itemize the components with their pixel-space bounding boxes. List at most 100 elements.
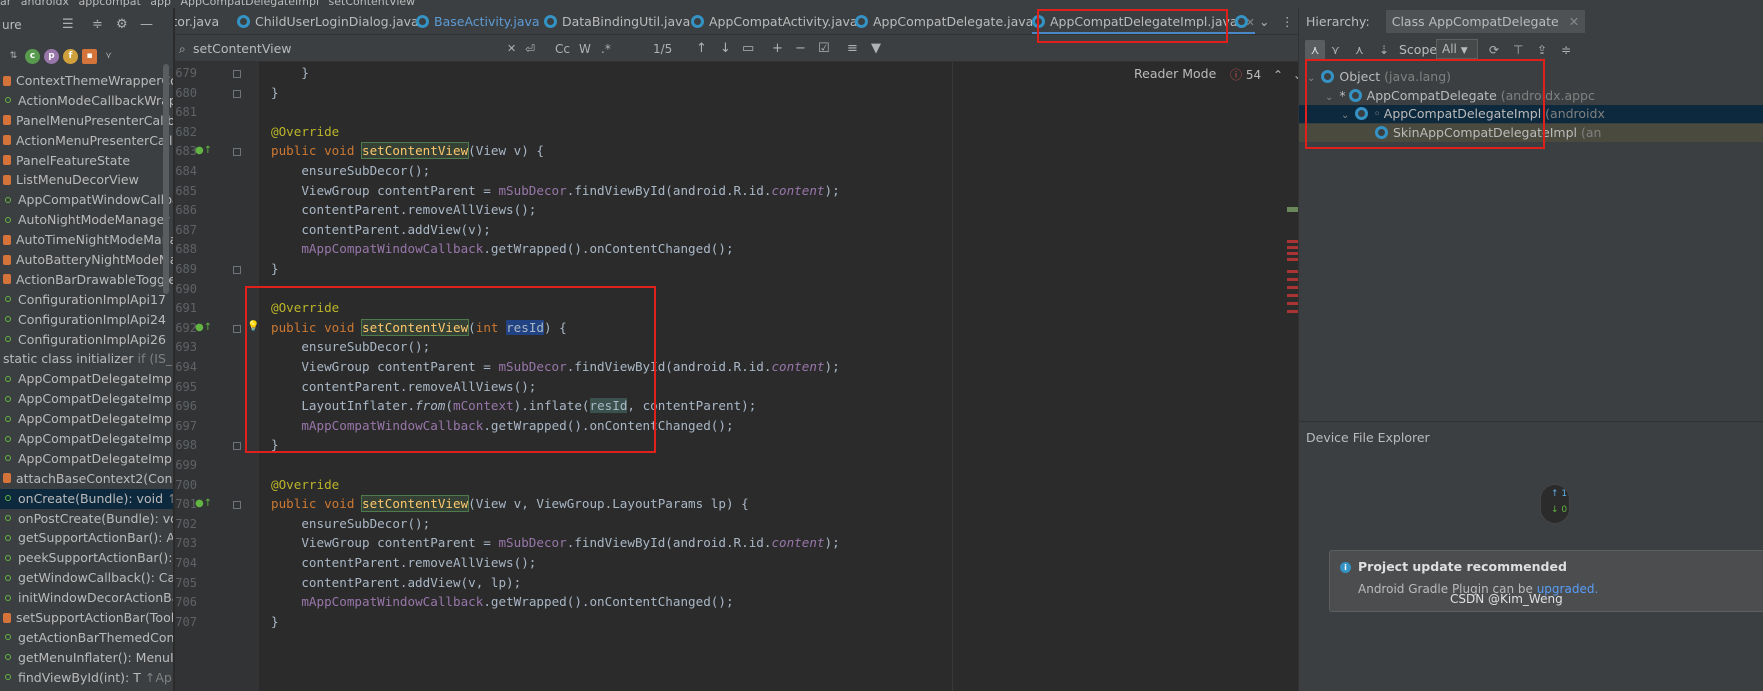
regex-button[interactable]: .* [601, 39, 611, 59]
structure-item[interactable]: AutoTimeNightModeManag [0, 230, 173, 250]
fold-icon[interactable] [233, 89, 241, 98]
show-non-public-icon[interactable]: ▪ [82, 48, 97, 64]
tree-node-appcompatdelegateimpl[interactable]: ⌄ ◦ AppCompatDelegateImpl (androidx [1299, 105, 1763, 123]
structure-item[interactable]: AppCompatDelegateImpl(C [0, 409, 173, 429]
breadcrumb-item[interactable]: app [150, 0, 171, 8]
inspection-widget[interactable]: ⓘ 54 ⌃ ⌄ [1230, 66, 1303, 83]
select-all-occurrences-icon[interactable]: ☑ [818, 39, 830, 59]
match-case-button[interactable]: Cc [555, 39, 570, 59]
structure-item[interactable]: getWindowCallback(): Callb [0, 568, 173, 588]
structure-item[interactable]: ActionBarDrawableToggleIn [0, 270, 173, 290]
breadcrumb-item[interactable]: AppCompatDelegateImpl [181, 0, 320, 8]
show-properties-icon[interactable]: p [44, 48, 59, 64]
tab-appcompatdelegate[interactable]: AppCompatDelegate.java [855, 8, 1033, 34]
refresh-icon[interactable]: ⟳ [1489, 40, 1499, 60]
clear-icon[interactable]: ✕ [507, 39, 516, 59]
lightbulb-icon[interactable]: 💡 [247, 321, 259, 332]
fold-icon[interactable] [233, 70, 241, 78]
structure-item[interactable]: AppCompatDelegateImpl(C [0, 449, 173, 469]
expand-arrow-icon[interactable]: ⌄ [1341, 110, 1349, 121]
structure-item[interactable]: peekSupportActionBar(): Ac [0, 548, 173, 568]
type-hierarchy-icon[interactable]: ⋏ [1305, 40, 1325, 60]
override-marker-icon[interactable]: ●↑ [195, 498, 212, 509]
tab-more[interactable] [1235, 8, 1253, 34]
expand-arrow-icon[interactable]: ⌄ [1325, 92, 1333, 103]
tab-appcompatactivity[interactable]: AppCompatActivity.java [691, 8, 858, 34]
scope-select[interactable]: All ▼ [1436, 39, 1478, 59]
fold-icon[interactable] [233, 148, 241, 157]
structure-item[interactable]: static class initializerif (IS_PRE [0, 349, 173, 369]
collapse-all-icon[interactable]: ≑ [1561, 40, 1571, 60]
collapse-icon[interactable]: ≑ [92, 17, 103, 32]
tab-list-icon[interactable]: ⌄ [1259, 8, 1269, 34]
structure-item[interactable]: AppCompatDelegateImpl(C [0, 429, 173, 449]
expand-icon[interactable]: ⊤ [1513, 40, 1523, 60]
override-marker-icon[interactable]: ●↑ [195, 145, 212, 156]
new-line-icon[interactable]: ⏎ [525, 39, 535, 59]
reader-mode-button[interactable]: Reader Mode [1134, 66, 1216, 81]
align-icon[interactable]: ☰ [62, 17, 74, 32]
fold-icon[interactable] [233, 442, 241, 451]
show-fields-f-icon[interactable]: f [63, 48, 78, 64]
structure-item[interactable]: ConfigurationImplApi17 [0, 290, 173, 310]
structure-item[interactable]: ContextThemeWrapperCom [0, 71, 173, 91]
structure-item[interactable]: AppCompatDelegateImpl(D [0, 389, 173, 409]
structure-item[interactable]: AppCompatDelegateImpl(A [0, 369, 173, 389]
structure-item[interactable]: AutoBatteryNightModeMan [0, 250, 173, 270]
chevron-up-icon[interactable]: ⌃ [1273, 68, 1283, 82]
structure-item[interactable]: ActionModeCallbackWrapp [0, 91, 173, 111]
tab-databindingutil[interactable]: DataBindingUtil.java [544, 8, 690, 34]
words-button[interactable]: W [579, 39, 591, 59]
sort-alpha-icon[interactable]: ⇣ [1379, 40, 1389, 60]
arrow-down-icon[interactable]: ↓ [720, 39, 731, 59]
structure-item[interactable]: ConfigurationImplApi26 [0, 330, 173, 350]
subtypes-icon[interactable]: ⋏ [1355, 40, 1364, 60]
minimize-icon[interactable]: — [140, 17, 153, 32]
structure-item[interactable]: ConfigurationImplApi24 [0, 310, 173, 330]
expand-arrow-icon[interactable]: ⌄ [1307, 73, 1315, 84]
structure-scrollbar[interactable] [163, 64, 169, 294]
tab-baseactivity[interactable]: BaseActivity.java [416, 8, 540, 34]
structure-item[interactable]: ListMenuDecorView [0, 170, 173, 190]
structure-item[interactable]: attachBaseContext2(Context [0, 469, 173, 489]
breadcrumb-item[interactable]: ar [0, 0, 11, 8]
arrow-up-icon[interactable]: ↑ [696, 39, 707, 59]
structure-item[interactable]: ActionMenuPresenterCallba [0, 131, 173, 151]
structure-item[interactable]: AppCompatWindowCallbac [0, 190, 173, 210]
sort-icon[interactable]: ⇅ [6, 49, 21, 64]
fold-icon[interactable] [233, 324, 241, 333]
gear-icon[interactable]: ⚙ [116, 17, 128, 32]
breadcrumb-item[interactable]: appcompat [79, 0, 141, 8]
tab-childuserlogindialog[interactable]: ChildUserLoginDialog.java [237, 8, 419, 34]
tree-node-appcompatdelegate[interactable]: ⌄ * AppCompatDelegate (androidx.appc [1299, 87, 1763, 105]
structure-item[interactable]: onCreate(Bundle): void↑Ap [0, 488, 173, 509]
breadcrumb-item[interactable]: setContentView [329, 0, 416, 8]
fold-icon[interactable] [233, 501, 241, 510]
filter-lines-icon[interactable]: ≡ [847, 39, 858, 59]
hierarchy-tab[interactable]: Class AppCompatDelegate ✕ [1385, 10, 1586, 33]
structure-item[interactable]: getSupportActionBar(): Actio [0, 528, 173, 548]
tree-node-object[interactable]: ⌄ Object (java.lang) [1299, 68, 1763, 86]
more-options-icon[interactable]: ⋮ [1281, 8, 1294, 34]
structure-item[interactable]: PanelMenuPresenterCallba [0, 111, 173, 131]
structure-item[interactable]: PanelFeatureState [0, 151, 173, 171]
tree-node-skinappcompatdelegateimpl[interactable]: SkinAppCompatDelegateImpl (an [1299, 124, 1763, 142]
tab-monitor[interactable]: nitor.java [175, 8, 219, 34]
override-marker-icon[interactable]: ●↑ [195, 322, 212, 333]
structure-item[interactable]: initWindowDecorActionBar( [0, 588, 173, 608]
close-icon[interactable]: ✕ [1569, 14, 1579, 29]
inherited-icon[interactable]: ⋎ [101, 49, 116, 64]
supertypes-icon[interactable]: ⋎ [1331, 40, 1340, 60]
breadcrumb-item[interactable]: androidx [21, 0, 69, 8]
fold-icon[interactable] [233, 266, 241, 274]
show-fields-icon[interactable]: c [25, 48, 40, 64]
remove-occurrence-icon[interactable]: − [795, 39, 806, 59]
structure-item[interactable]: onPostCreate(Bundle): void [0, 509, 173, 529]
add-occurrence-icon[interactable]: + [772, 39, 783, 59]
export-icon[interactable]: ⇪ [1537, 40, 1547, 60]
tab-appcompatdelegateimpl[interactable]: AppCompatDelegateImpl.java ✕ [1032, 8, 1255, 34]
structure-item[interactable]: getActionBarThemedContex [0, 628, 173, 648]
structure-item[interactable]: AutoNightModeManager [0, 210, 173, 230]
filter-icon[interactable]: ▼ [871, 39, 881, 59]
structure-item[interactable]: findViewById(int): T↑AppCo [0, 668, 173, 688]
